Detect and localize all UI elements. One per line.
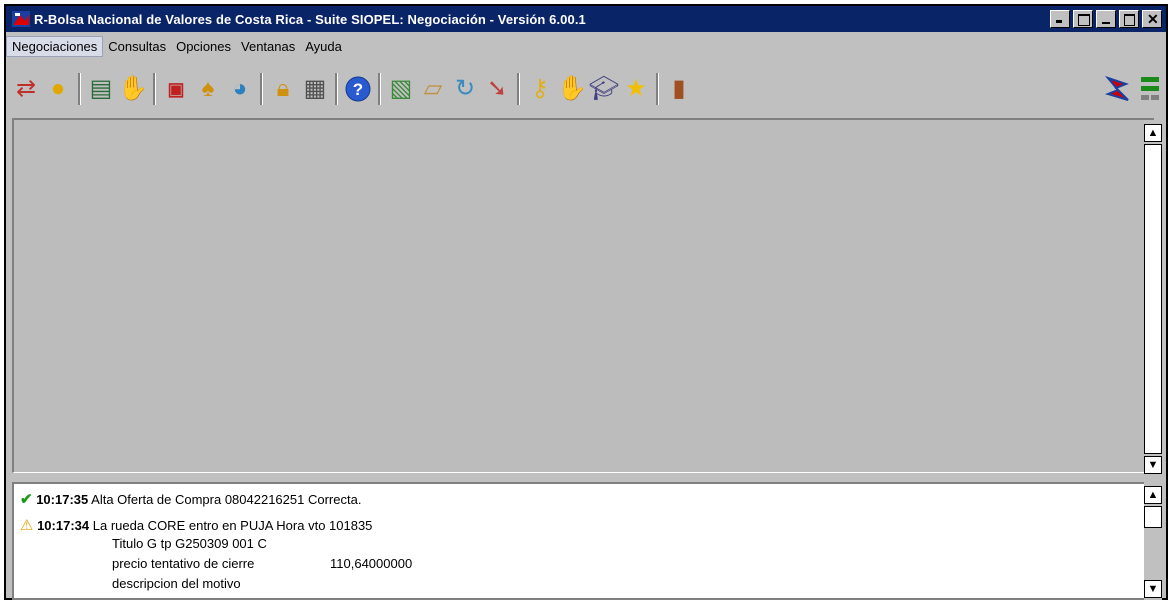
svg-text:?: ? bbox=[353, 80, 363, 99]
app-logo-icon bbox=[12, 11, 30, 27]
log-time: 10:17:34 bbox=[37, 518, 90, 533]
log-scrollbar[interactable]: ▲ ▼ bbox=[1144, 482, 1162, 600]
app-window: R-Bolsa Nacional de Valores de Costa Ric… bbox=[4, 4, 1168, 600]
log-detail-reason: descripcion del motivo bbox=[112, 576, 241, 591]
log-detail-price: precio tentativo de cierre 110,64000000 bbox=[112, 556, 412, 571]
ledger-icon[interactable]: ▤ bbox=[87, 74, 115, 104]
app-brand-icon bbox=[1104, 74, 1132, 104]
scroll-up-button[interactable]: ▲ bbox=[1144, 486, 1162, 504]
scroll-down-button[interactable]: ▼ bbox=[1144, 580, 1162, 598]
cascade-button[interactable] bbox=[1073, 10, 1093, 28]
maximize-button[interactable] bbox=[1119, 10, 1139, 28]
download-icon[interactable]: ➘ bbox=[483, 74, 511, 104]
menu-bar: Negociaciones Consultas Opciones Ventana… bbox=[6, 34, 1166, 58]
minimize-all-button[interactable] bbox=[1050, 10, 1070, 28]
workspace-scrollbar[interactable]: ▲ ▼ bbox=[1144, 120, 1162, 474]
warning-icon: ⚠ bbox=[20, 517, 34, 534]
handshake-icon[interactable]: ✋ bbox=[118, 74, 148, 104]
sync-icon[interactable]: ↻ bbox=[451, 74, 479, 104]
key-icon[interactable]: ⚷ bbox=[526, 74, 554, 104]
log-text: Alta Oferta de Compra 08042216251 Correc… bbox=[91, 492, 362, 507]
minimize-button[interactable] bbox=[1096, 10, 1116, 28]
price-label: precio tentativo de cierre bbox=[112, 556, 255, 571]
menu-negociaciones[interactable]: Negociaciones bbox=[6, 35, 104, 57]
money-bag-icon[interactable]: ♠ bbox=[194, 74, 222, 104]
printer-icon[interactable]: ▧ bbox=[387, 74, 415, 104]
log-time: 10:17:35 bbox=[36, 492, 89, 507]
help-icon[interactable]: ? bbox=[344, 74, 372, 104]
scroll-up-button[interactable]: ▲ bbox=[1144, 124, 1162, 142]
calculator-icon[interactable]: ▦ bbox=[301, 74, 329, 104]
log-entry: ⚠ 10:17:34 La rueda CORE entro en PUJA H… bbox=[20, 516, 372, 534]
report-icon[interactable]: ▣ bbox=[162, 74, 190, 104]
check-icon: ✔ bbox=[20, 491, 33, 508]
log-text: La rueda CORE entro en PUJA Hora vto 101… bbox=[92, 518, 373, 533]
close-icon: ✕ bbox=[1147, 11, 1159, 27]
price-value: 110,64000000 bbox=[330, 556, 413, 571]
layout-toggle-icon[interactable] bbox=[1136, 74, 1164, 104]
title-bar[interactable]: R-Bolsa Nacional de Valores de Costa Ric… bbox=[6, 6, 1166, 32]
exit-door-icon[interactable]: ▮ bbox=[665, 74, 693, 104]
menu-opciones[interactable]: Opciones bbox=[171, 37, 236, 56]
log-detail-title: Titulo G tp G250309 001 C bbox=[112, 536, 267, 551]
scroll-down-button[interactable]: ▼ bbox=[1144, 456, 1162, 474]
hand-icon[interactable]: ✋ bbox=[557, 74, 587, 104]
lock-icon[interactable]: 🔒︎ bbox=[269, 74, 297, 104]
menu-ventanas[interactable]: Ventanas bbox=[236, 37, 300, 56]
menu-consultas[interactable]: Consultas bbox=[103, 37, 171, 56]
document-icon[interactable]: ▱ bbox=[419, 74, 447, 104]
log-entry: ✔ 10:17:35 Alta Oferta de Compra 0804221… bbox=[20, 490, 361, 508]
close-button[interactable]: ✕ bbox=[1142, 10, 1162, 28]
coins-icon[interactable]: ● bbox=[44, 74, 72, 104]
refresh-icon[interactable]: ⇄ bbox=[12, 74, 40, 104]
window-title: R-Bolsa Nacional de Valores de Costa Ric… bbox=[34, 11, 586, 27]
scroll-thumb[interactable] bbox=[1144, 144, 1162, 454]
toolbar: ⇄ ● ▤ ✋ ▣ ♠ ◕ 🔒︎ ▦ ? ▧ ▱ ↻ ➘ ⚷ ✋ 🎓︎ ★ ▮ bbox=[6, 60, 1166, 118]
scroll-thumb[interactable] bbox=[1144, 506, 1162, 528]
menu-ayuda[interactable]: Ayuda bbox=[300, 37, 347, 56]
graduate-icon[interactable]: 🎓︎ bbox=[589, 74, 619, 104]
message-log: ✔ 10:17:35 Alta Oferta de Compra 0804221… bbox=[12, 482, 1152, 600]
star-icon[interactable]: ★ bbox=[622, 74, 650, 104]
workspace-area bbox=[12, 118, 1154, 473]
globe-icon[interactable]: ◕ bbox=[226, 74, 254, 104]
